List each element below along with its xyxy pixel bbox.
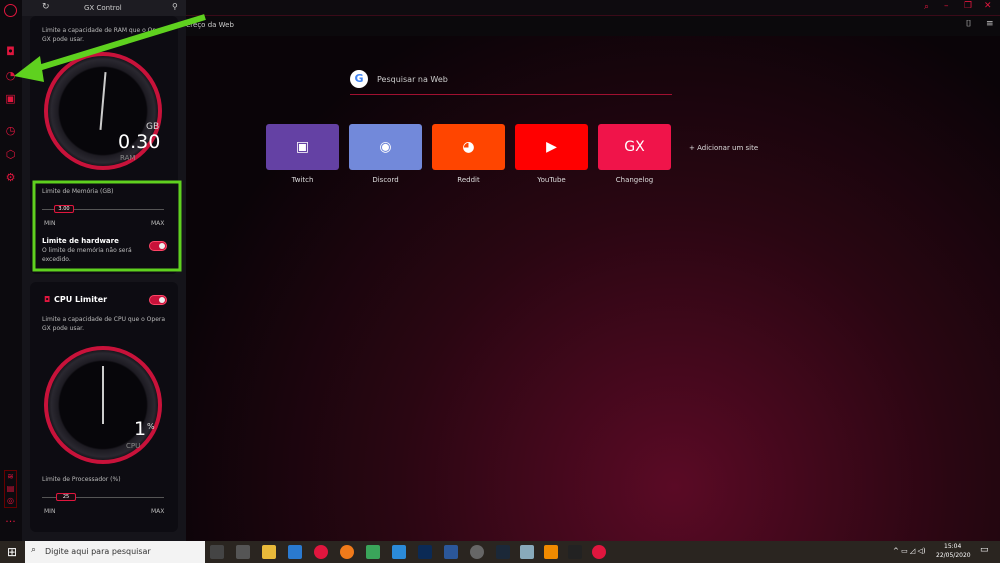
app-icon[interactable] (366, 545, 380, 559)
arrow-shaft (31, 14, 206, 73)
file-explorer-icon[interactable] (262, 545, 276, 559)
vlc-icon[interactable] (544, 545, 558, 559)
clock-date[interactable]: 22/05/2020 (936, 552, 971, 559)
search-icon: ⌕ (31, 545, 37, 555)
vscode-icon[interactable] (392, 545, 406, 559)
epic-games-icon[interactable] (568, 545, 582, 559)
notifications-icon[interactable]: ▭ (980, 545, 989, 555)
obs-icon[interactable] (470, 545, 484, 559)
opera-gx-icon[interactable] (592, 545, 606, 559)
firefox-icon[interactable] (340, 545, 354, 559)
steam-icon[interactable] (496, 545, 510, 559)
windows-start-icon[interactable]: ⊞ (7, 545, 17, 559)
clock-time[interactable]: 15:04 (944, 543, 961, 550)
taskbar-search-input[interactable]: Digite aqui para pesquisar (45, 547, 151, 556)
task-view-icon[interactable] (210, 545, 224, 559)
app-icon[interactable] (520, 545, 534, 559)
tray-icons[interactable]: ^ ▭ ◿ ◁) (893, 547, 926, 555)
highlight-box (32, 180, 182, 272)
annotation-overlay (14, 14, 206, 272)
opera-icon[interactable] (314, 545, 328, 559)
mail-icon[interactable] (288, 545, 302, 559)
photoshop-icon[interactable] (418, 545, 432, 559)
word-icon[interactable] (444, 545, 458, 559)
arrow-head (14, 56, 44, 82)
taskbar-search[interactable]: ⌕ Digite aqui para pesquisar (25, 541, 205, 563)
settings-app-icon[interactable] (236, 545, 250, 559)
